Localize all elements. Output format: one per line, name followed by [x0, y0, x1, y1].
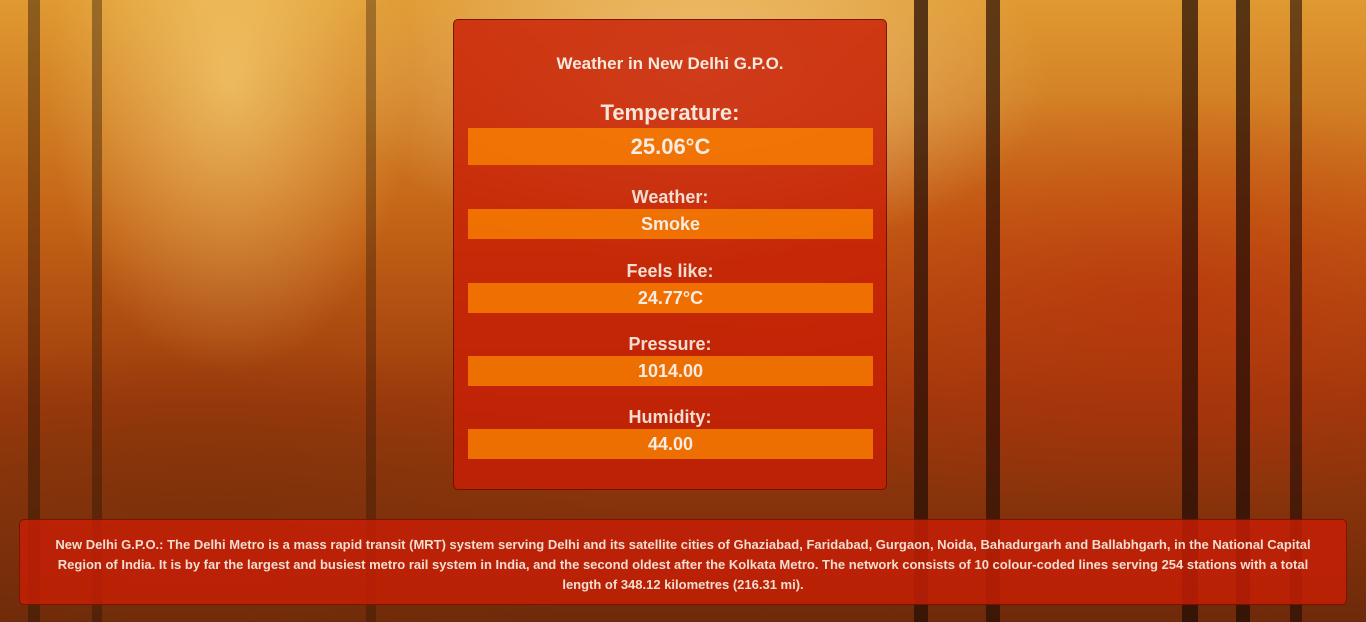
humidity-value: 44.00	[468, 429, 873, 459]
weather-value: Smoke	[468, 209, 873, 239]
location-description-text: New Delhi G.P.O.: The Delhi Metro is a m…	[55, 537, 1311, 592]
pressure-value: 1014.00	[468, 356, 873, 386]
feels-like-label: Feels like:	[626, 261, 714, 281]
pressure-label: Pressure:	[628, 334, 712, 354]
temperature-value: 25.06°C	[468, 128, 873, 165]
weather-label: Weather:	[631, 187, 709, 207]
feels-like-value: 24.77°C	[468, 283, 873, 313]
location-description-panel: New Delhi G.P.O.: The Delhi Metro is a m…	[19, 519, 1347, 605]
humidity-label: Humidity:	[628, 407, 712, 427]
temperature-label: Temperature:	[600, 100, 740, 125]
weather-card: Weather in New Delhi G.P.O. Temperature:…	[453, 19, 887, 490]
weather-card-title: Weather in New Delhi G.P.O.	[556, 54, 784, 73]
